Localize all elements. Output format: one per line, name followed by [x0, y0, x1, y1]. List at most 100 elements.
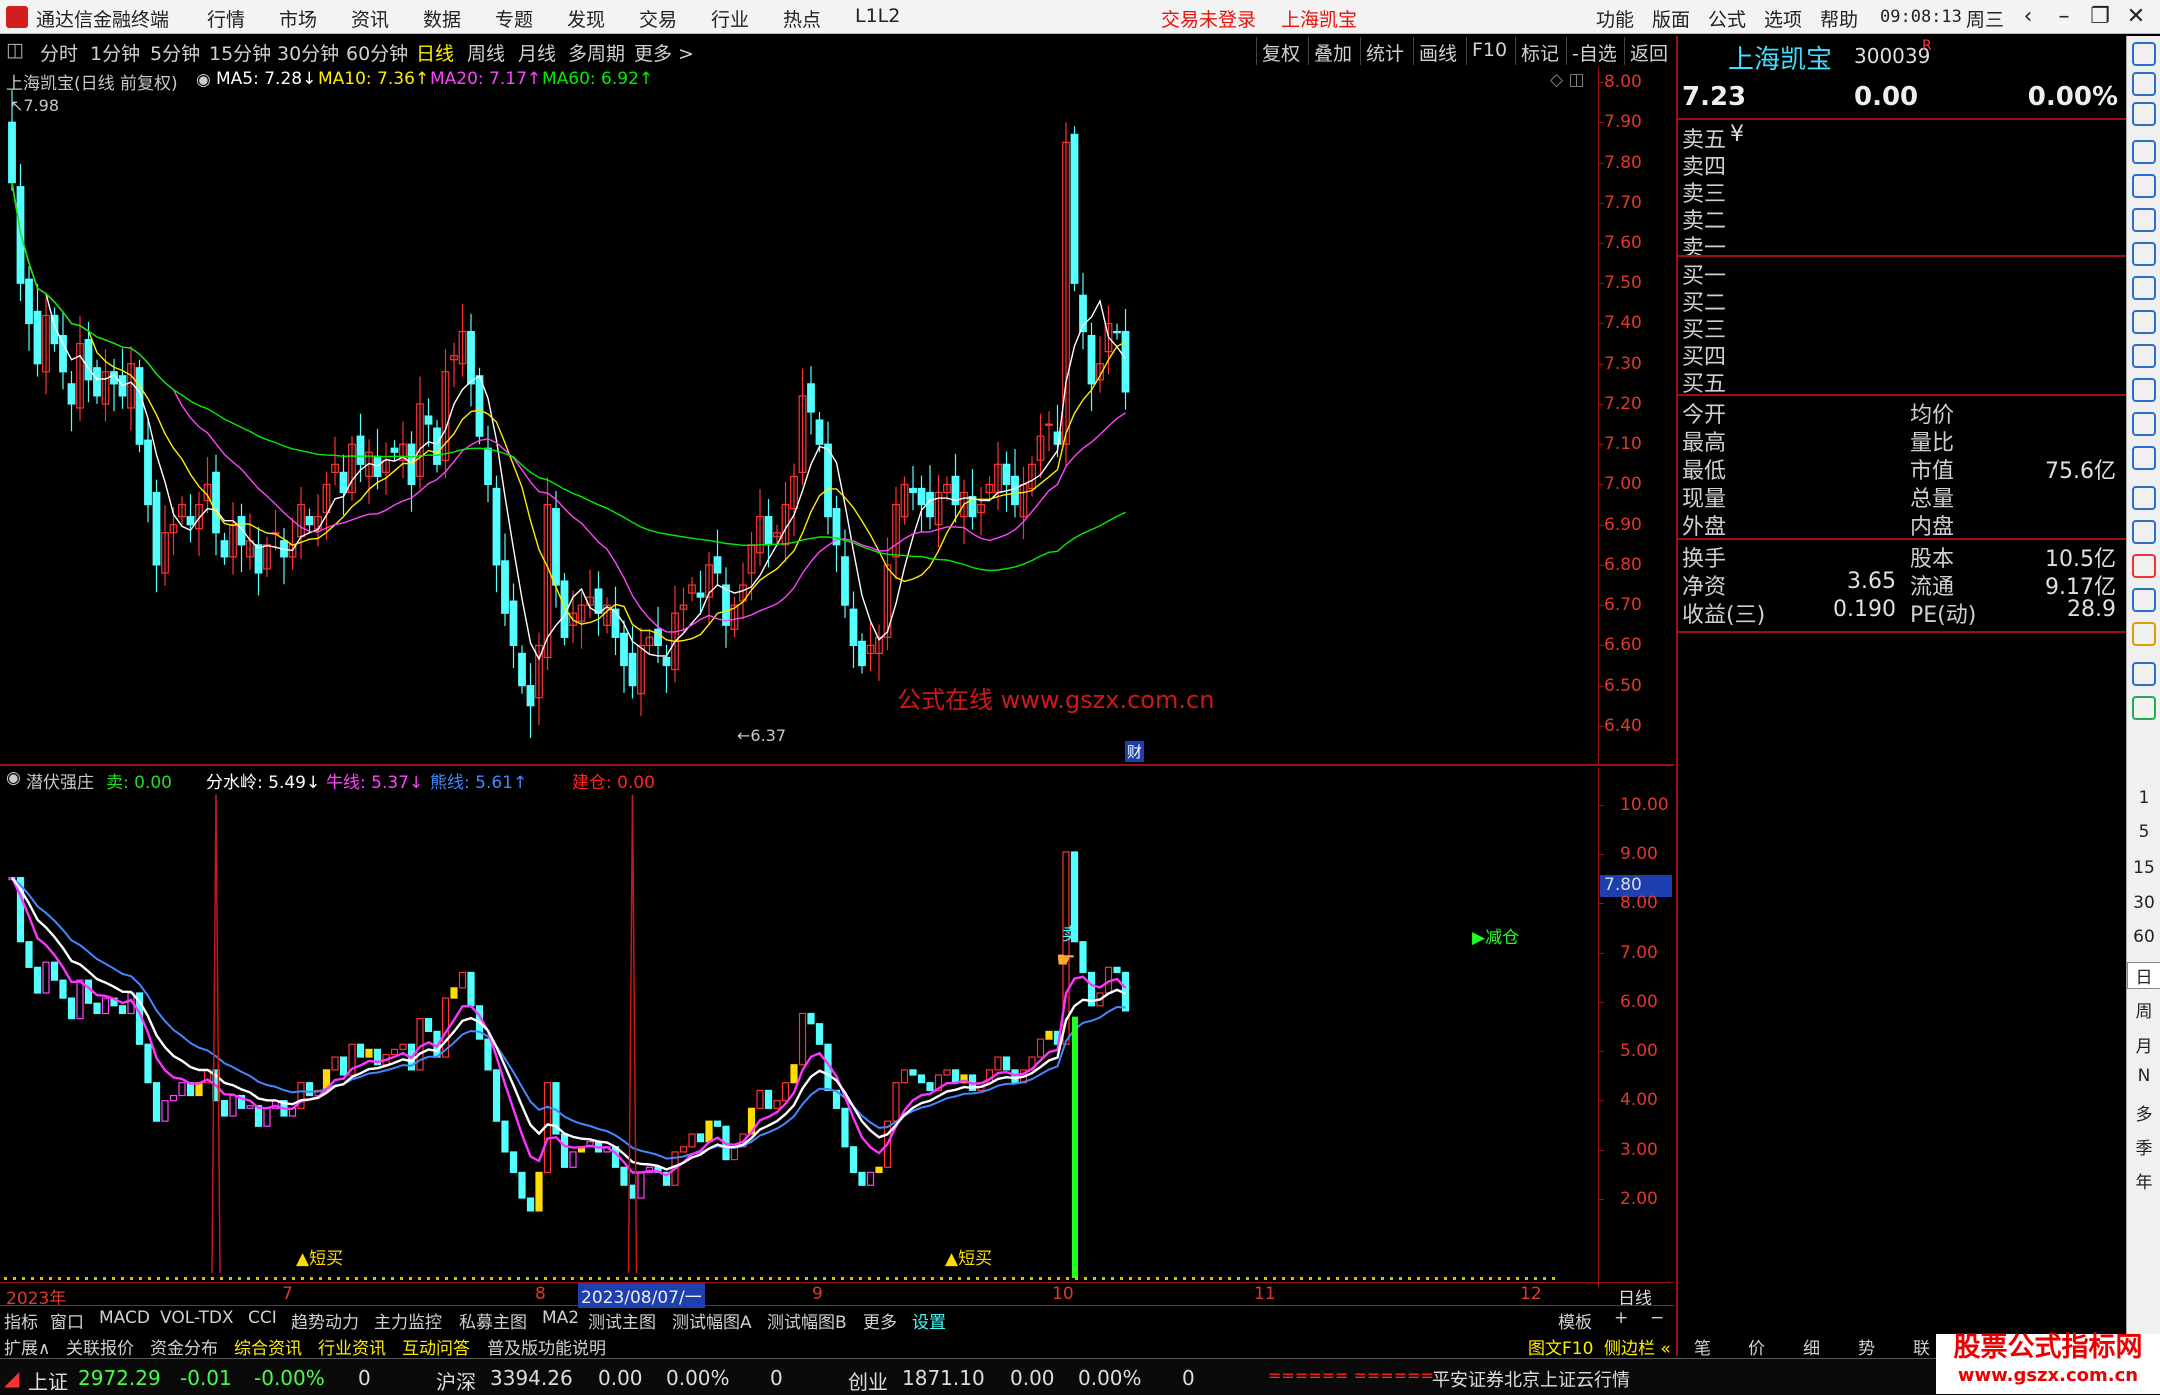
chart-options-icon[interactable]: ◇ ◫ [1550, 70, 1585, 90]
tab-15min[interactable]: 15分钟 [209, 39, 271, 66]
btab-vol-tdx[interactable]: VOL-TDX [160, 1308, 234, 1328]
down-arrow-icon[interactable] [2132, 102, 2156, 126]
btab-settings[interactable]: 设置 [912, 1308, 946, 1333]
period-15[interactable]: 15 [2127, 858, 2160, 878]
tab-60min[interactable]: 60分钟 [346, 39, 408, 66]
btab2-hangye[interactable]: 行业资讯 [318, 1334, 386, 1359]
back-icon[interactable]: ‹ [2010, 2, 2046, 32]
btab2-puji[interactable]: 普及版功能说明 [487, 1334, 606, 1359]
period-1[interactable]: 1 [2127, 788, 2160, 808]
tab-daily[interactable]: 日线 [416, 39, 454, 66]
btab-simu[interactable]: 私募主图 [459, 1308, 527, 1333]
tool-biaoji[interactable]: 标记 [1515, 37, 1564, 65]
period-week[interactable]: 周 [2127, 997, 2160, 1022]
sh-index-name[interactable]: 上证 [28, 1366, 68, 1395]
f1-icon[interactable] [2132, 378, 2156, 402]
menu-zixun[interactable]: 资讯 [351, 5, 389, 32]
btab-zhibiao[interactable]: 指标 [4, 1308, 38, 1333]
period-60[interactable]: 60 [2127, 927, 2160, 947]
menu-zhuanti[interactable]: 专题 [495, 5, 533, 32]
btab2-expand[interactable]: 扩展∧ [4, 1334, 50, 1359]
menu-redian[interactable]: 热点 [783, 5, 821, 32]
tool-f10[interactable]: F10 [1466, 37, 1512, 65]
btab2-guanlian[interactable]: 关联报价 [66, 1334, 134, 1359]
btab-add[interactable]: + [1614, 1308, 1628, 1328]
menu-gongneng[interactable]: 功能 [1596, 5, 1634, 32]
tab-30min[interactable]: 30分钟 [277, 39, 339, 66]
period-season[interactable]: 季 [2127, 1134, 2160, 1159]
refresh-icon[interactable] [2132, 72, 2156, 96]
fs-icon[interactable] [2132, 662, 2156, 686]
btab2-zijin[interactable]: 资金分布 [150, 1334, 218, 1359]
chart-title-toggle-icon[interactable]: ◉ [196, 70, 211, 90]
indicator-svg[interactable] [0, 768, 1674, 1288]
tab-monthly[interactable]: 月线 [518, 39, 556, 66]
menu-hangqing[interactable]: 行情 [207, 5, 245, 32]
period-5[interactable]: 5 [2127, 822, 2160, 842]
table-icon[interactable] [2132, 174, 2156, 198]
menu-shuju[interactable]: 数据 [423, 5, 461, 32]
chart-icon[interactable] [2132, 446, 2156, 470]
candlestick-chart[interactable] [0, 66, 1674, 766]
restore-icon[interactable]: ❐ [2082, 2, 2118, 32]
menu-hangye[interactable]: 行业 [711, 5, 749, 32]
close-icon[interactable]: ✕ [2118, 2, 2154, 32]
tab-more[interactable]: 更多 > [634, 39, 694, 66]
btab-ma2[interactable]: MA2 [542, 1308, 579, 1328]
period-30[interactable]: 30 [2127, 893, 2160, 913]
tab-weekly[interactable]: 周线 [467, 39, 505, 66]
grid-icon[interactable] [2132, 140, 2156, 164]
btab2-hudong[interactable]: 互动问答 [402, 1334, 470, 1359]
menu-xuanxiang[interactable]: 选项 [1764, 5, 1802, 32]
btab-ceshi-b[interactable]: 测试幅图B [767, 1308, 847, 1333]
menu-banmian[interactable]: 版面 [1652, 5, 1690, 32]
btab-chuangkou[interactable]: 窗口 [50, 1308, 84, 1333]
btab2-f10[interactable]: 图文F10 [1528, 1334, 1593, 1359]
menu-l1l2[interactable]: L1L2 [855, 5, 900, 27]
rsi-icon[interactable] [2132, 520, 2156, 544]
layout-toggle-icon[interactable]: ◫ [6, 39, 24, 61]
indicator-chart[interactable]: ◉ 潜伏强庄 卖: 0.00 分水岭: 5.49↓ 牛线: 5.37↓ 熊线: … [0, 768, 1674, 1288]
tool-zixuan[interactable]: -自选 [1566, 37, 1622, 65]
f10-icon[interactable] [2132, 310, 2156, 334]
up-arrow-icon[interactable] [2132, 42, 2156, 66]
main-price-chart[interactable]: 上海凯宝(日线 前复权) ◉ MA5: 7.28↓ MA10: 7.36↑ MA… [0, 66, 1674, 766]
line-chart-icon[interactable] [2132, 208, 2156, 232]
login-status[interactable]: 交易未登录 [1161, 5, 1256, 32]
tab-fenshi[interactable]: 分时 [40, 39, 78, 66]
menu-shichang[interactable]: 市场 [279, 5, 317, 32]
period-multi[interactable]: 多 [2127, 1100, 2160, 1125]
kline-icon[interactable] [2132, 242, 2156, 266]
pen-icon[interactable] [2132, 622, 2156, 646]
board-icon[interactable] [2132, 344, 2156, 368]
btab-ceshi-a[interactable]: 测试幅图A [672, 1308, 752, 1333]
btab2-sidebar[interactable]: 侧边栏 « [1604, 1334, 1671, 1359]
cy-index-name[interactable]: 创业 [848, 1366, 888, 1395]
btab-template[interactable]: 模板 [1558, 1308, 1592, 1333]
btab-zhuli[interactable]: 主力监控 [374, 1308, 442, 1333]
finance-event-marker[interactable]: 财 [1125, 741, 1145, 762]
list-icon[interactable] [2132, 276, 2156, 300]
hs-index-name[interactable]: 沪深 [436, 1366, 476, 1395]
period-n[interactable]: N [2127, 1066, 2160, 1086]
menu-gongshi[interactable]: 公式 [1708, 5, 1746, 32]
btab-qushi[interactable]: 趋势动力 [291, 1308, 359, 1333]
f2-icon[interactable] [2132, 412, 2156, 436]
period-month[interactable]: 月 [2127, 1032, 2160, 1057]
menu-jiaoyi[interactable]: 交易 [639, 5, 677, 32]
tool-huaxian[interactable]: 画线 [1413, 37, 1462, 65]
btab-ceshi-main[interactable]: 测试主图 [588, 1308, 656, 1333]
move-icon[interactable] [2132, 588, 2156, 612]
tool-tongji[interactable]: 统计 [1360, 37, 1409, 65]
btab-cci[interactable]: CCI [248, 1308, 277, 1328]
tab-multi-period[interactable]: 多周期 [568, 39, 625, 66]
btab2-zonghe[interactable]: 综合资讯 [234, 1334, 302, 1359]
tab-5min[interactable]: 5分钟 [150, 39, 200, 66]
money-icon[interactable] [2132, 696, 2156, 720]
server-name[interactable]: 平安证券北京上证云行情 [1432, 1366, 1630, 1392]
menu-bangzhu[interactable]: 帮助 [1820, 5, 1858, 32]
indicator-icon[interactable] [2132, 486, 2156, 510]
indicator-toggle-icon[interactable]: ◉ [6, 768, 21, 788]
menu-faxian[interactable]: 发现 [567, 5, 605, 32]
btab-remove[interactable]: − [1650, 1308, 1664, 1328]
